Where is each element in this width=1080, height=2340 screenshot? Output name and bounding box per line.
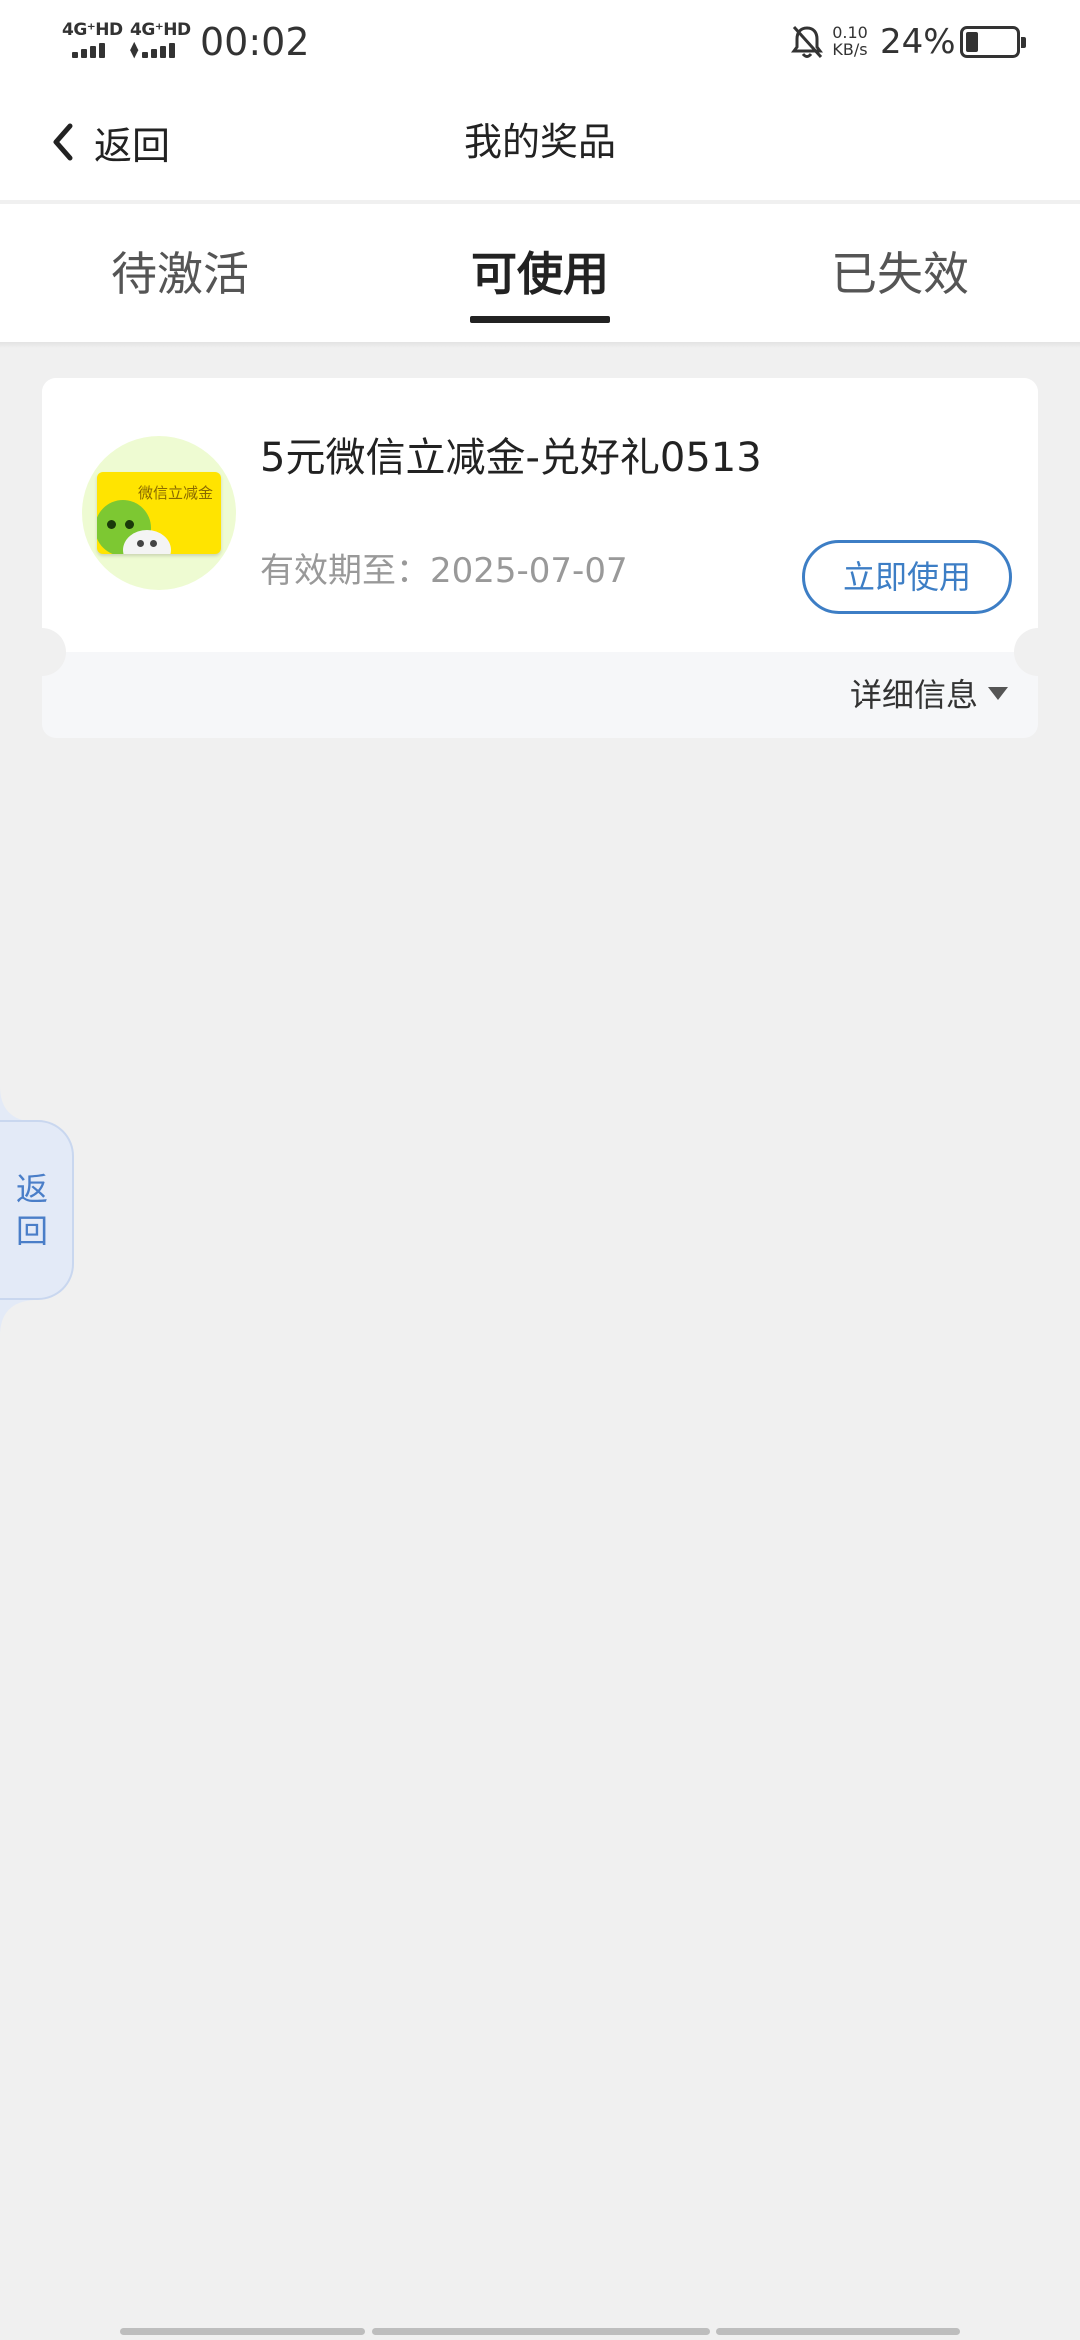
- chevron-left-icon: [53, 123, 73, 161]
- floating-back-char-1: 返: [15, 1170, 48, 1208]
- active-tab-indicator: [470, 316, 610, 323]
- home-indicator-right: [716, 2328, 960, 2335]
- bell-off-icon: [791, 25, 823, 59]
- tab-expired[interactable]: 已失效: [780, 234, 1020, 314]
- use-now-button[interactable]: 立即使用: [802, 540, 1012, 614]
- details-label: 详细信息: [849, 676, 978, 714]
- prize-card-body: 微信立减金 5元微信立减金-兑好礼0513 有效期至：2025-07-07 立即…: [42, 378, 1038, 652]
- signal-icon-2: 4G⁺HD ▲ ▼: [130, 20, 191, 60]
- status-time: 00:02: [200, 20, 310, 64]
- float-tab-cap-bottom: [0, 1300, 34, 1336]
- battery-icon: [960, 26, 1026, 58]
- floating-back-char-2: 回: [15, 1212, 48, 1250]
- prize-card: 微信立减金 5元微信立减金-兑好礼0513 有效期至：2025-07-07 立即…: [42, 378, 1038, 738]
- tab-pending[interactable]: 待激活: [60, 234, 300, 314]
- prize-expiry: 有效期至：2025-07-07: [260, 551, 628, 591]
- caret-down-icon: [988, 687, 1008, 700]
- back-label: 返回: [94, 123, 171, 168]
- details-toggle[interactable]: 详细信息: [850, 668, 1010, 718]
- network-speed: 0.10 KB/s: [832, 23, 868, 59]
- voucher-thumb-text: 微信立减金: [137, 484, 213, 502]
- floating-back-tab[interactable]: 返 回: [0, 1120, 74, 1300]
- status-bar: 4G⁺HD 4G⁺HD ▲ ▼ 00:02 0.10 KB/s 24%: [0, 0, 1080, 84]
- signal-icon: 4G⁺HD: [62, 20, 128, 60]
- home-indicator-center: [372, 2328, 710, 2335]
- home-indicator-left: [120, 2328, 365, 2335]
- float-tab-cap-top: [0, 1086, 34, 1122]
- page-title: 我的奖品: [463, 120, 616, 164]
- prize-thumbnail: 微信立减金: [82, 436, 236, 590]
- network-type-label: 4G⁺HD: [62, 20, 123, 40]
- divider: [0, 342, 1080, 348]
- prize-name: 5元微信立减金-兑好礼0513: [260, 435, 762, 481]
- battery-percent: 24%: [880, 22, 956, 62]
- tab-usable[interactable]: 可使用: [420, 234, 660, 314]
- battery-level: [966, 32, 978, 52]
- nav-bar: 返回 我的奖品: [0, 84, 1080, 200]
- network-type-label-2: 4G⁺HD: [130, 20, 191, 40]
- back-button[interactable]: 返回: [50, 112, 210, 172]
- wechat-voucher-icon: 微信立减金: [97, 472, 221, 554]
